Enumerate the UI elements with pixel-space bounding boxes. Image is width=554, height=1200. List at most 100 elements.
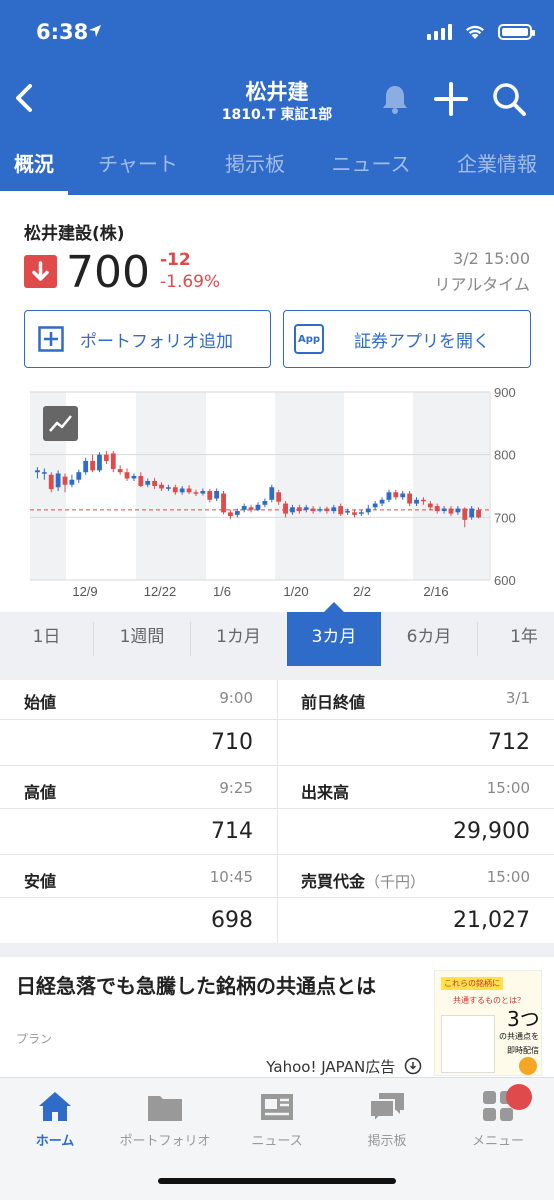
candle-body [69,479,75,485]
y-tick-label: 700 [494,510,516,525]
candle-body [62,476,68,485]
ad-thumb-chart [441,1015,495,1073]
nav-bar: 松井建 1810.T 東証1部 [0,70,554,130]
candle-body [90,460,95,471]
add-portfolio-label: ポートフォリオ追加 [80,331,233,352]
plus-box-icon [38,326,64,352]
candle-body [200,491,206,494]
period-1w[interactable]: 1週間 [94,612,190,666]
search-icon[interactable] [490,80,528,118]
turnover-time: 15:00 [486,868,530,886]
y-tick-label: 600 [494,573,516,588]
bell-icon[interactable] [376,80,414,118]
candle-body [393,492,399,498]
candle-body [97,454,102,471]
y-tick-label: 800 [494,448,516,463]
candle-body [448,508,454,514]
ad-thumbnail[interactable]: これらの銘柄に 共通するものとは？ 3つ の共通点を 即時配信 [434,970,542,1076]
high-label: 高値 [24,783,57,802]
cellular-signal-icon [427,24,452,40]
turnover-unit: （千円） [365,873,426,891]
candle-body [186,488,192,493]
candle-body [434,506,440,512]
candle-body [234,511,240,515]
candle-body [476,509,481,518]
prev-close-value: 712 [488,730,530,755]
open-time: 9:00 [219,689,253,707]
quote-datetime: 3/2 15:00 [453,249,530,268]
battery-icon [498,24,535,40]
candle-body [372,503,378,508]
ticker-market: 1810.T 東証1部 [221,107,333,123]
open-app-label: 証券アプリを開く [354,331,490,352]
candle-body [462,508,468,520]
volume-time: 15:00 [486,779,530,797]
nav-portfolio[interactable]: ポートフォリオ [115,1086,215,1149]
y-tick-label: 900 [494,385,516,400]
candle-body [407,493,413,504]
candle-body [248,507,254,510]
candle-body [386,492,392,500]
candle-body [427,503,433,508]
ad-title[interactable]: 日経急落でも急騰した銘柄の共通点とは [16,972,416,1000]
candle-body [124,472,130,479]
candle-body [338,506,344,515]
chart-band [136,392,206,580]
candle-body [179,488,185,493]
price-chart[interactable]: 900 800 700 600 12/9 12/22 1/6 1/20 2/2 2/16 [0,380,554,605]
period-1m[interactable]: 1カ月 [191,612,286,666]
candle-body [455,508,461,513]
ad-credit[interactable]: Yahoo! JAPAN広告 [266,1056,422,1077]
app-icon: App [294,324,324,354]
tab-board[interactable]: 掲示板 [208,140,302,195]
period-1y[interactable]: 1年 [478,612,554,666]
newspaper-icon [261,1094,293,1120]
add-portfolio-button[interactable]: ポートフォリオ追加 [24,310,271,368]
x-tick-label: 2/16 [423,584,448,599]
candle-body [358,512,364,514]
chart-type-toggle[interactable] [43,406,78,441]
ad-thumb-line: 即時配信 [507,1046,539,1055]
open-securities-app-button[interactable]: App 証券アプリを開く [283,310,531,368]
candle-body [400,493,406,498]
period-6m[interactable]: 6カ月 [381,612,477,666]
period-3m[interactable]: 3カ月 [287,602,381,666]
candle-body [469,508,475,518]
nav-news-label: ニュース [251,1134,303,1149]
candle-body [138,475,144,486]
candle-body [310,508,316,512]
candle-body [365,508,371,513]
candlestick-chart: 900 800 700 600 12/9 12/22 1/6 1/20 2/2 2/16 [30,385,516,599]
ad-credit-text: Yahoo! JAPAN広告 [266,1058,396,1076]
high-time: 9:25 [219,779,253,797]
candle-body [324,508,330,512]
tab-chart[interactable]: チャート [68,140,208,195]
chart-band [413,392,489,580]
tab-company[interactable]: 企業情報 [440,140,554,195]
tab-overview[interactable]: 概況 [0,140,68,195]
nav-home-label: ホーム [35,1134,75,1149]
candle-body [303,507,309,510]
ad-thumb-line: の共通点を [499,1032,539,1041]
nav-board[interactable]: 掲示板 [337,1086,437,1149]
stats-divider [277,680,278,943]
nav-board-label: 掲示板 [367,1134,407,1149]
nav-menu[interactable]: メニュー [448,1084,548,1149]
period-1d[interactable]: 1日 [0,612,93,666]
candle-body [414,499,419,504]
volume-label: 出来高 [301,783,350,802]
nav-portfolio-label: ポートフォリオ [119,1134,211,1149]
add-icon[interactable] [432,80,470,118]
nav-news[interactable]: ニュース [227,1086,327,1149]
page-title: 松井建 [245,80,309,104]
line-chart-icon [49,415,72,432]
candle-body [48,474,54,490]
candle-body [214,491,220,499]
tab-news[interactable]: ニュース [302,140,440,195]
prev-close-label: 前日終値 [301,693,366,712]
ad-thumb-badge [519,1057,537,1075]
status-time: 6:38 [36,20,89,44]
nav-menu-label: メニュー [471,1134,524,1149]
turnover-label-text: 売買代金 [301,872,366,891]
nav-home[interactable]: ホーム [5,1086,105,1149]
